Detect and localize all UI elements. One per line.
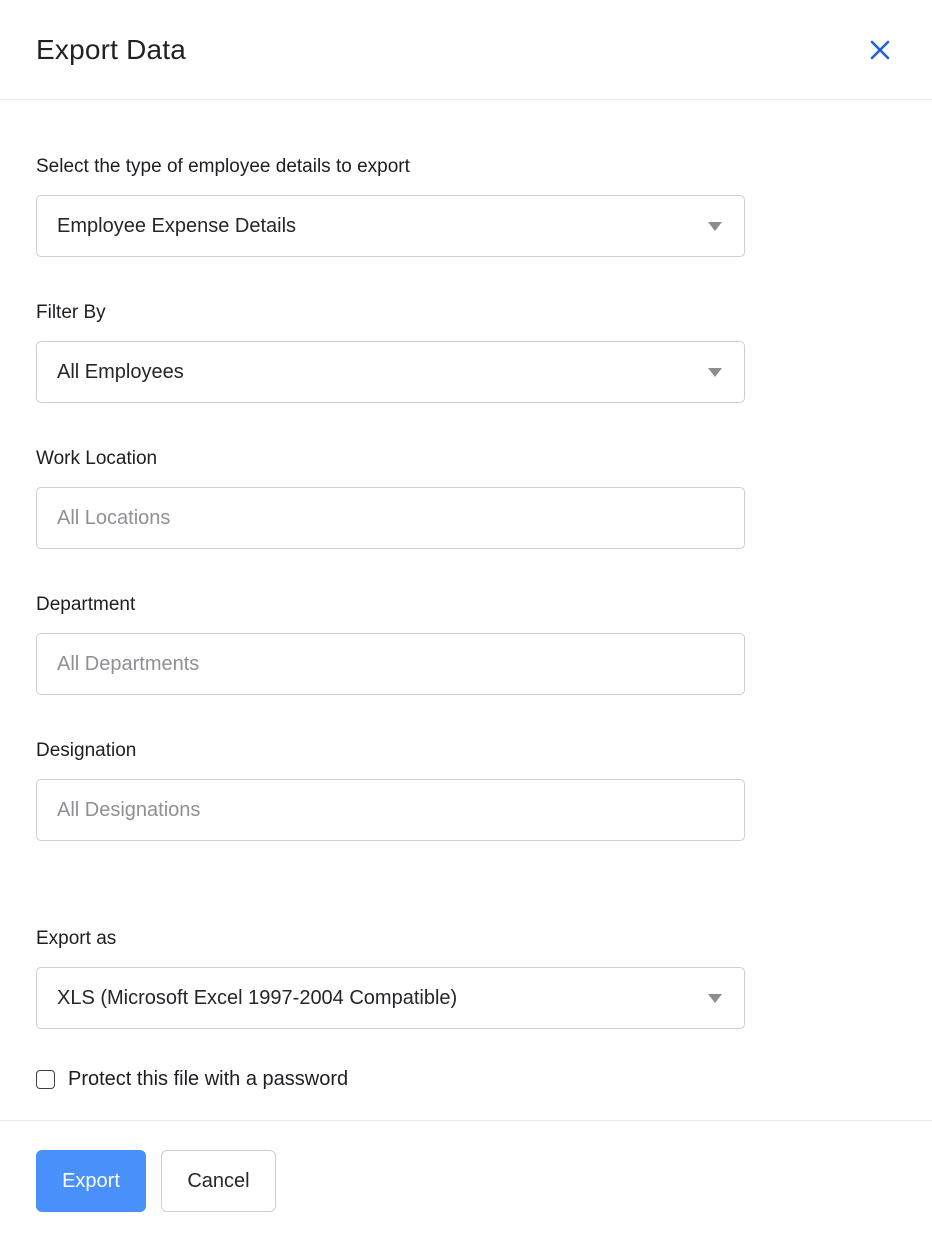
export-as-selected-value: XLS (Microsoft Excel 1997-2004 Compatibl… — [57, 987, 457, 1010]
export-type-label: Select the type of employee details to e… — [36, 155, 896, 179]
close-button[interactable] — [864, 34, 896, 66]
export-as-label: Export as — [36, 927, 896, 951]
chevron-down-icon — [708, 222, 722, 231]
export-type-selected-value: Employee Expense Details — [57, 215, 296, 238]
designation-input[interactable] — [36, 779, 745, 841]
export-data-modal: Export Data Select the type of employee … — [0, 0, 932, 1234]
work-location-input[interactable] — [36, 487, 745, 549]
close-icon — [868, 38, 892, 62]
password-protect-row: Protect this file with a password — [36, 1068, 896, 1091]
filter-by-label: Filter By — [36, 301, 896, 325]
export-button[interactable]: Export — [36, 1150, 146, 1212]
department-label: Department — [36, 593, 896, 617]
password-protect-checkbox[interactable] — [36, 1070, 55, 1089]
export-type-select[interactable]: Employee Expense Details — [36, 195, 745, 257]
chevron-down-icon — [708, 994, 722, 1003]
department-input[interactable] — [36, 633, 745, 695]
designation-label: Designation — [36, 739, 896, 763]
cancel-button[interactable]: Cancel — [161, 1150, 276, 1212]
modal-title: Export Data — [36, 34, 186, 66]
modal-header: Export Data — [0, 0, 932, 100]
filter-by-select[interactable]: All Employees — [36, 341, 745, 403]
modal-body: Select the type of employee details to e… — [0, 155, 932, 1091]
chevron-down-icon — [708, 368, 722, 377]
export-as-select[interactable]: XLS (Microsoft Excel 1997-2004 Compatibl… — [36, 967, 745, 1029]
work-location-label: Work Location — [36, 447, 896, 471]
password-protect-label: Protect this file with a password — [68, 1068, 348, 1091]
modal-footer: Export Cancel — [0, 1120, 932, 1212]
filter-by-selected-value: All Employees — [57, 361, 184, 384]
